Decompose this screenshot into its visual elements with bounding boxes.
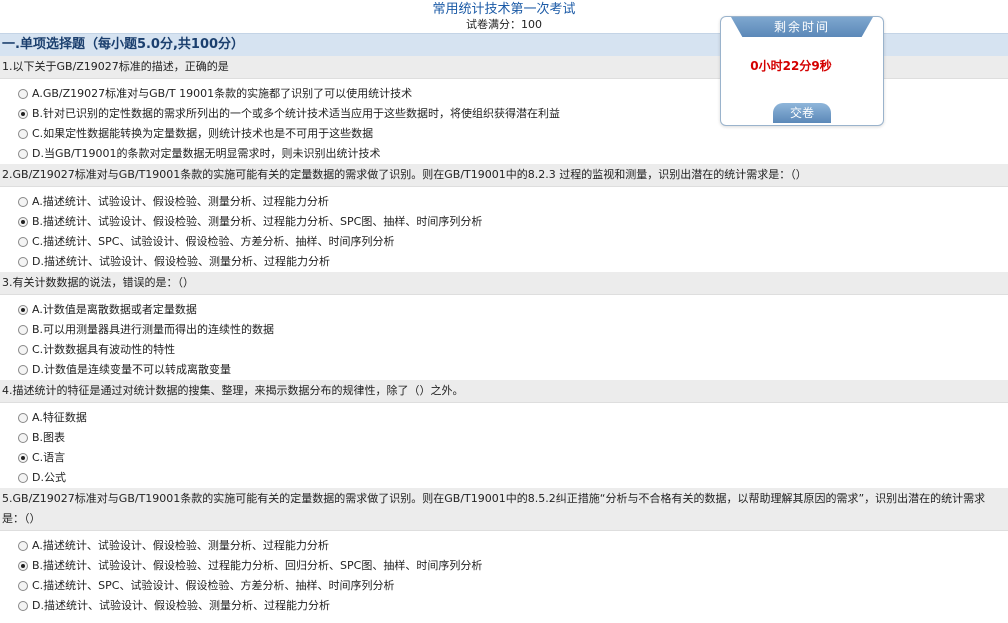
option-d[interactable]: D.描述统计、试验设计、假设检验、测量分析、过程能力分析 xyxy=(18,596,1008,616)
radio-button[interactable] xyxy=(18,581,28,591)
option-c[interactable]: C.计数数据具有波动性的特性 xyxy=(18,340,1008,360)
radio-button[interactable] xyxy=(18,109,28,119)
option-label: C.描述统计、SPC、试验设计、假设检验、方差分析、抽样、时间序列分析 xyxy=(32,579,395,592)
option-b[interactable]: B.图表 xyxy=(18,428,1008,448)
question-block: 3.有关计数数据的说法，错误的是：（） A.计数值是离散数据或者定量数据 B.可以用… xyxy=(0,272,1008,380)
radio-button[interactable] xyxy=(18,365,28,375)
option-label: D.计数值是连续变量不可以转成离散变量 xyxy=(32,363,231,376)
option-label: A.计数值是离散数据或者定量数据 xyxy=(32,303,197,316)
option-list: A.计数值是离散数据或者定量数据 B.可以用测量器具进行测量而得出的连续性的数据 C… xyxy=(0,295,1008,380)
option-label: A.GB/Z19027标准对与GB/T 19001条款的实施都了识别了可以使用统… xyxy=(32,87,413,100)
option-label: C.语言 xyxy=(32,451,66,464)
radio-button[interactable] xyxy=(18,601,28,611)
option-label: D.当GB/T19001的条款对定量数据无明显需求时，则未识别出统计技术 xyxy=(32,147,381,160)
option-d[interactable]: D.描述统计、试验设计、假设检验、测量分析、过程能力分析 xyxy=(18,252,1008,272)
question-block: 5.GB/Z19027标准对与GB/T19001条款的实施可能有关的定量数据的需… xyxy=(0,488,1008,616)
option-c[interactable]: C.描述统计、SPC、试验设计、假设检验、方差分析、抽样、时间序列分析 xyxy=(18,576,1008,596)
option-list: A.描述统计、试验设计、假设检验、测量分析、过程能力分析 B.描述统计、试验设计、… xyxy=(0,531,1008,616)
timer-panel: 剩余时间 0小时22分9秒 交卷 xyxy=(720,16,884,126)
question-block: 2.GB/Z19027标准对与GB/T19001条款的实施可能有关的定量数据的需… xyxy=(0,164,1008,272)
option-a[interactable]: A.计数值是离散数据或者定量数据 xyxy=(18,300,1008,320)
radio-button[interactable] xyxy=(18,433,28,443)
question-text: 4.描述统计的特征是通过对统计数据的搜集、整理，来揭示数据分布的规律性，除了（）… xyxy=(0,380,1008,403)
radio-button[interactable] xyxy=(18,325,28,335)
question-text: 3.有关计数数据的说法，错误的是：（） xyxy=(0,272,1008,295)
option-a[interactable]: A.特征数据 xyxy=(18,408,1008,428)
option-c[interactable]: C.如果定性数据能转换为定量数据，则统计技术也是不可用于这些数据 xyxy=(18,124,1008,144)
timer-remaining: 0小时22分9秒 xyxy=(750,59,832,73)
option-c[interactable]: C.描述统计、SPC、试验设计、假设检验、方差分析、抽样、时间序列分析 xyxy=(18,232,1008,252)
option-label: A.描述统计、试验设计、假设检验、测量分析、过程能力分析 xyxy=(32,539,329,552)
radio-button[interactable] xyxy=(18,129,28,139)
option-b[interactable]: B.可以用测量器具进行测量而得出的连续性的数据 xyxy=(18,320,1008,340)
option-d[interactable]: D.公式 xyxy=(18,468,1008,488)
submit-button[interactable]: 交卷 xyxy=(773,103,831,123)
radio-button[interactable] xyxy=(18,305,28,315)
option-label: B.描述统计、试验设计、假设检验、过程能力分析、回归分析、SPC图、抽样、时间序… xyxy=(32,559,483,572)
radio-button[interactable] xyxy=(18,149,28,159)
question-block: 4.描述统计的特征是通过对统计数据的搜集、整理，来揭示数据分布的规律性，除了（）… xyxy=(0,380,1008,488)
radio-button[interactable] xyxy=(18,561,28,571)
option-label: B.可以用测量器具进行测量而得出的连续性的数据 xyxy=(32,323,275,336)
option-label: D.描述统计、试验设计、假设检验、测量分析、过程能力分析 xyxy=(32,599,330,612)
option-label: D.描述统计、试验设计、假设检验、测量分析、过程能力分析 xyxy=(32,255,330,268)
radio-button[interactable] xyxy=(18,541,28,551)
option-c[interactable]: C.语言 xyxy=(18,448,1008,468)
option-label: A.描述统计、试验设计、假设检验、测量分析、过程能力分析 xyxy=(32,195,329,208)
option-list: A.描述统计、试验设计、假设检验、测量分析、过程能力分析 B.描述统计、试验设计、… xyxy=(0,187,1008,272)
radio-button[interactable] xyxy=(18,473,28,483)
radio-button[interactable] xyxy=(18,413,28,423)
radio-button[interactable] xyxy=(18,197,28,207)
option-label: A.特征数据 xyxy=(32,411,87,424)
timer-header: 剩余时间 xyxy=(731,17,873,37)
option-label: D.公式 xyxy=(32,471,66,484)
radio-button[interactable] xyxy=(18,345,28,355)
radio-button[interactable] xyxy=(18,257,28,267)
radio-button[interactable] xyxy=(18,237,28,247)
option-label: B.描述统计、试验设计、假设检验、测量分析、过程能力分析、SPC图、抽样、时间序… xyxy=(32,215,483,228)
question-text: 2.GB/Z19027标准对与GB/T19001条款的实施可能有关的定量数据的需… xyxy=(0,164,1008,187)
option-label: B.针对已识别的定性数据的需求所列出的一个或多个统计技术适当应用于这些数据时，将… xyxy=(32,107,561,120)
question-text: 5.GB/Z19027标准对与GB/T19001条款的实施可能有关的定量数据的需… xyxy=(0,488,1008,531)
option-a[interactable]: A.描述统计、试验设计、假设检验、测量分析、过程能力分析 xyxy=(18,192,1008,212)
radio-button[interactable] xyxy=(18,89,28,99)
radio-button[interactable] xyxy=(18,217,28,227)
option-d[interactable]: D.计数值是连续变量不可以转成离散变量 xyxy=(18,360,1008,380)
option-b[interactable]: B.描述统计、试验设计、假设检验、测量分析、过程能力分析、SPC图、抽样、时间序… xyxy=(18,212,1008,232)
option-label: C.计数数据具有波动性的特性 xyxy=(32,343,176,356)
option-a[interactable]: A.描述统计、试验设计、假设检验、测量分析、过程能力分析 xyxy=(18,536,1008,556)
option-label: C.描述统计、SPC、试验设计、假设检验、方差分析、抽样、时间序列分析 xyxy=(32,235,395,248)
radio-button[interactable] xyxy=(18,453,28,463)
option-label: B.图表 xyxy=(32,431,66,444)
option-d[interactable]: D.当GB/T19001的条款对定量数据无明显需求时，则未识别出统计技术 xyxy=(18,144,1008,164)
option-list: A.特征数据 B.图表 C.语言 D.公式 xyxy=(0,403,1008,488)
option-b[interactable]: B.描述统计、试验设计、假设检验、过程能力分析、回归分析、SPC图、抽样、时间序… xyxy=(18,556,1008,576)
option-label: C.如果定性数据能转换为定量数据，则统计技术也是不可用于这些数据 xyxy=(32,127,374,140)
question-list: 1.以下关于GB/Z19027标准的描述，正确的是 A.GB/Z19027标准对与… xyxy=(0,56,1008,616)
